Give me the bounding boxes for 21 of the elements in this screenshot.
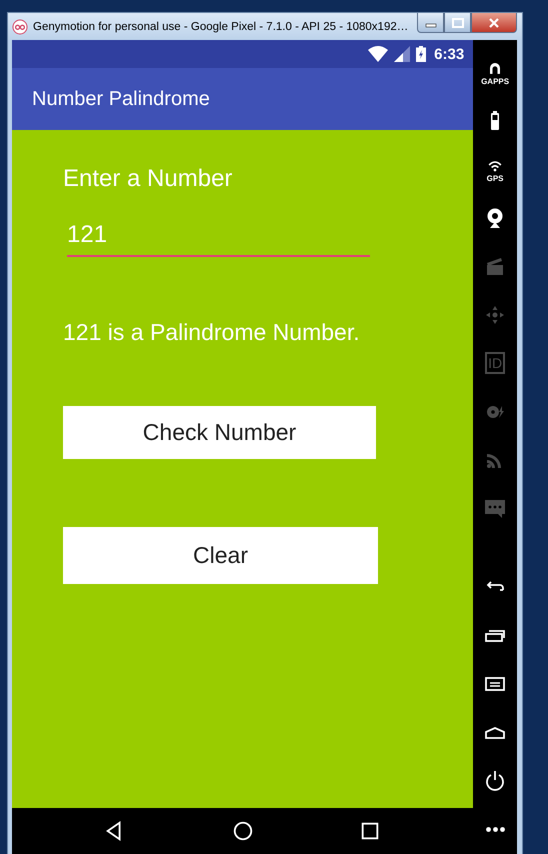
window-title: Genymotion for personal use - Google Pixel - 7.1.0 - API 25 - 1080x192…	[33, 20, 410, 32]
gps-tool-button[interactable]: GPS	[475, 145, 516, 194]
close-button[interactable]	[471, 13, 517, 33]
app-title: Number Palindrome	[32, 88, 210, 110]
maximize-icon	[452, 18, 464, 28]
close-icon	[488, 18, 500, 28]
prompt-label: Enter a Number	[63, 165, 232, 193]
recents-icon	[359, 820, 382, 842]
more-icon	[486, 827, 505, 832]
wifi-icon	[368, 46, 388, 62]
check-number-button[interactable]: Check Number	[63, 406, 376, 459]
maximize-button[interactable]	[444, 13, 471, 33]
app-logo-icon	[12, 18, 28, 34]
clear-button[interactable]: Clear	[63, 527, 378, 584]
gapps-tool-button[interactable]: GAPPS	[475, 48, 516, 96]
signal-icon	[394, 46, 410, 62]
home-icon	[232, 820, 254, 842]
minimize-button[interactable]	[417, 13, 444, 33]
battery-charging-icon	[416, 46, 426, 62]
clock-time: 6:33	[434, 46, 464, 62]
result-message: 121 is a Palindrome Number.	[63, 319, 360, 346]
